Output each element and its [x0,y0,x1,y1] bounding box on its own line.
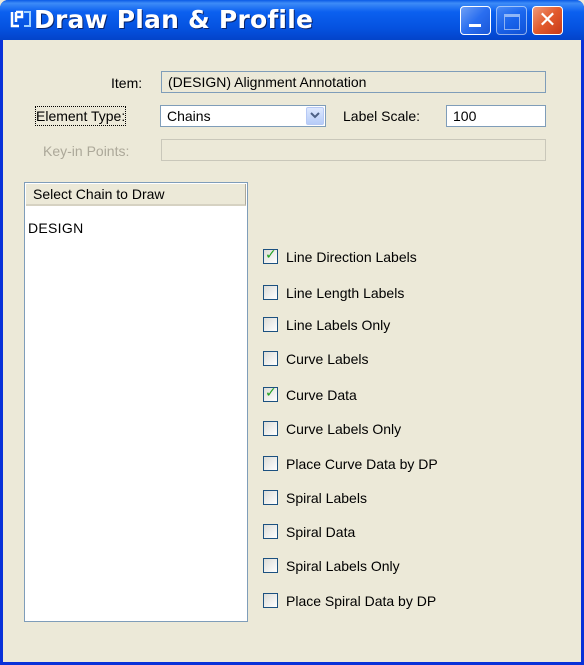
close-button[interactable]: ✕ [532,6,563,35]
spiral-labels-label[interactable]: Spiral Labels [286,489,367,507]
window-title: Draw Plan & Profile [34,5,314,34]
maximize-button[interactable] [496,6,527,35]
place-spiral-data-by-dp-label[interactable]: Place Spiral Data by DP [286,592,436,610]
label-scale-label: Label Scale: [343,108,421,124]
keyin-points-field [161,139,546,161]
curve-labels-checkbox[interactable]: ✓ [263,351,278,366]
spiral-labels-checkbox[interactable]: ✓ [263,490,278,505]
spiral-data-checkbox[interactable]: ✓ [263,524,278,539]
close-icon: ✕ [538,8,557,33]
spiral-labels-only-label[interactable]: Spiral Labels Only [286,557,400,575]
line-length-labels-checkbox[interactable]: ✓ [263,285,278,300]
keyin-points-label: Key-in Points: [43,143,130,159]
item-label: Item: [111,75,143,91]
line-direction-labels-checkbox[interactable]: ✓ [263,247,278,264]
chain-list-header[interactable]: Select Chain to Draw [26,184,246,206]
spiral-labels-only-checkbox[interactable]: ✓ [263,558,278,573]
spiral-data-label[interactable]: Spiral Data [286,523,355,541]
line-labels-only-label[interactable]: Line Labels Only [286,316,390,334]
curve-labels-only-checkbox[interactable]: ✓ [263,421,278,436]
element-type-value: Chains [167,108,211,124]
place-curve-data-by-dp-checkbox[interactable]: ✓ [263,456,278,471]
line-length-labels-label[interactable]: Line Length Labels [286,284,404,302]
chain-listbox[interactable]: Select Chain to Draw DESIGN [24,182,248,622]
element-type-dropdown[interactable]: Chains [160,105,326,127]
place-curve-data-by-dp-label[interactable]: Place Curve Data by DP [286,455,438,473]
curve-labels-label[interactable]: Curve Labels [286,350,369,368]
line-labels-only-checkbox[interactable]: ✓ [263,317,278,332]
minimize-button[interactable] [460,6,491,35]
label-scale-input[interactable]: 100 [446,105,546,127]
line-direction-labels-label[interactable]: Line Direction Labels [286,248,417,266]
title-bar[interactable]: Draw Plan & Profile ✕ [0,0,584,40]
item-field: (DESIGN) Alignment Annotation [161,71,546,93]
check-icon: ✓ [265,385,277,401]
app-icon[interactable] [10,9,32,29]
list-item[interactable]: DESIGN [28,219,83,237]
curve-data-checkbox[interactable]: ✓ [263,385,278,402]
chevron-down-icon[interactable] [306,107,324,125]
check-icon: ✓ [265,247,277,263]
curve-data-label[interactable]: Curve Data [286,386,357,404]
draw-plan-profile-dialog: Draw Plan & Profile ✕ Item: (DESIGN) Ali… [0,0,584,665]
element-type-label: Element Type: [34,106,127,126]
place-spiral-data-by-dp-checkbox[interactable]: ✓ [263,593,278,608]
curve-labels-only-label[interactable]: Curve Labels Only [286,420,401,438]
